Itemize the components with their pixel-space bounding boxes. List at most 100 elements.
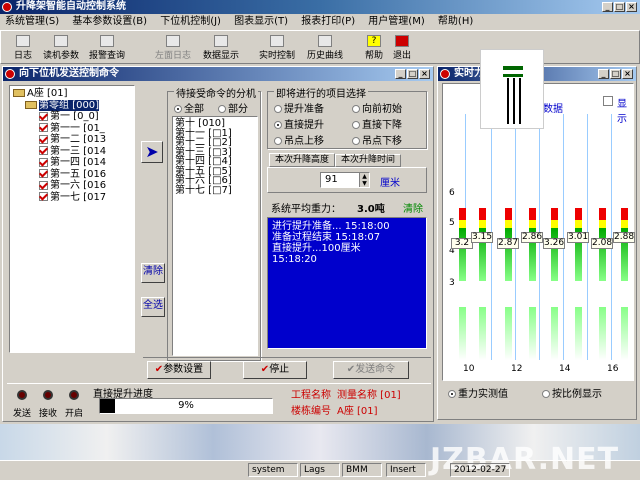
checkbox-icon[interactable] bbox=[39, 111, 48, 121]
y-tick-label: 6 bbox=[449, 188, 455, 198]
radio-icon[interactable] bbox=[218, 105, 226, 113]
tb-exit-button[interactable]: 退出 bbox=[391, 34, 413, 62]
spin-arrows-icon[interactable]: ▲ ▼ bbox=[359, 173, 369, 187]
bar-yellow-mark bbox=[575, 220, 582, 228]
send-command-button[interactable]: ✔发送命令 bbox=[333, 361, 409, 379]
menu-params[interactable]: 基本参数设置(B) bbox=[67, 14, 152, 30]
radio-icon[interactable] bbox=[352, 137, 360, 145]
child-close-icon[interactable]: × bbox=[419, 69, 430, 79]
tb-realtime-button[interactable]: 实时控制 bbox=[255, 34, 299, 62]
checkbox-icon[interactable] bbox=[39, 180, 48, 190]
tb-alarm-button[interactable]: 报警查询 bbox=[85, 34, 129, 62]
pending-units-list[interactable]: 第十 [010] 第十一 [□1] 第十二 [□2] 第十三 [□3] 第十四 … bbox=[172, 116, 258, 356]
log-line: 直接提升...100厘米 bbox=[272, 243, 361, 254]
tb-data-display-button[interactable]: 数据显示 bbox=[199, 34, 243, 62]
menu-users[interactable]: 用户管理(M) bbox=[363, 14, 429, 30]
log-line: 准备过程结束 15:18:07 bbox=[272, 232, 381, 243]
recv-lamp-icon bbox=[43, 390, 53, 400]
radio-measured[interactable]: 重力实测值 bbox=[448, 385, 508, 400]
log-box[interactable]: 进行提升准备... 15:18:00 准备过程结束 15:18:07 直接提升.… bbox=[267, 217, 427, 349]
stop-button[interactable]: ✔停止 bbox=[243, 361, 307, 379]
avg-clear-button[interactable]: 清除 bbox=[403, 200, 423, 215]
radio-init[interactable]: 向前初始 bbox=[352, 100, 402, 115]
bar-value-label: 3.26 bbox=[543, 238, 565, 249]
checkbox-icon[interactable] bbox=[39, 157, 48, 167]
radio-part[interactable]: 部分 bbox=[218, 100, 248, 115]
rt-minimize-icon[interactable]: _ bbox=[598, 69, 609, 79]
app-logo-icon bbox=[2, 2, 12, 12]
clear-button[interactable]: 清除 bbox=[141, 263, 165, 283]
status-insert: Insert bbox=[386, 463, 426, 477]
checkbox-icon[interactable] bbox=[39, 169, 48, 178]
radio-icon[interactable] bbox=[352, 105, 360, 113]
menu-control[interactable]: 下位机控制(J) bbox=[155, 14, 226, 30]
radio-all[interactable]: 全部 bbox=[174, 100, 204, 115]
bar bbox=[621, 228, 628, 360]
rt-close-icon[interactable]: × bbox=[622, 69, 633, 79]
check-icon: ✔ bbox=[260, 364, 270, 375]
tb-history-button[interactable]: 历史曲线 bbox=[303, 34, 347, 62]
checkbox-icon[interactable] bbox=[39, 192, 48, 201]
radio-down[interactable]: 吊点下移 bbox=[352, 132, 402, 147]
bar-top-mark bbox=[529, 208, 536, 220]
tree-item[interactable]: 第一七 [017 bbox=[13, 192, 131, 204]
radio-lift[interactable]: 直接提升 bbox=[274, 116, 324, 131]
close-icon[interactable]: × bbox=[626, 2, 637, 12]
tree-item[interactable]: 第一四 [014 bbox=[13, 157, 131, 169]
tb-left-log-button[interactable]: 左面日志 bbox=[151, 34, 195, 62]
radio-ratio[interactable]: 按比例显示 bbox=[542, 385, 602, 400]
child-minimize-icon[interactable]: _ bbox=[395, 69, 406, 79]
tree-item[interactable]: 第一五 [016 bbox=[13, 169, 131, 181]
tree-item[interactable]: 第一三 [014 bbox=[13, 146, 131, 158]
y-tick-label: 5 bbox=[449, 218, 455, 228]
radio-icon[interactable] bbox=[174, 105, 182, 113]
checkbox-icon[interactable] bbox=[39, 146, 48, 155]
help-icon: ? bbox=[367, 35, 381, 47]
menu-help[interactable]: 帮助(H) bbox=[433, 14, 478, 30]
list-item[interactable]: 第十七 [□7] bbox=[175, 185, 255, 196]
realtime-icon bbox=[270, 35, 284, 47]
radio-icon[interactable] bbox=[274, 105, 282, 113]
send-arrow-button[interactable]: ➤ bbox=[141, 141, 163, 163]
tree-item[interactable]: 第一一 [01_ bbox=[13, 123, 131, 135]
bar bbox=[479, 228, 486, 360]
window-logo-icon bbox=[440, 69, 450, 79]
rt-maximize-icon[interactable]: □ bbox=[610, 69, 621, 79]
unit-tree[interactable]: A座 [01] 第零组 [000] 第一 [0_0] 第一一 [01_ 第一二 … bbox=[9, 85, 135, 353]
param-settings-button[interactable]: ✔参数设置 bbox=[147, 361, 211, 379]
tree-item[interactable]: 第一二 [013 bbox=[13, 134, 131, 146]
check-icon: ✔ bbox=[346, 364, 356, 375]
minimize-icon[interactable]: _ bbox=[602, 2, 613, 12]
status-user: system bbox=[248, 463, 298, 477]
radio-icon[interactable] bbox=[274, 121, 282, 129]
radio-prep[interactable]: 提升准备 bbox=[274, 100, 324, 115]
tree-item[interactable]: 第一 [0_0] bbox=[13, 111, 131, 123]
tb-log-button[interactable]: 日志 bbox=[9, 34, 37, 62]
bar-top-mark bbox=[575, 208, 582, 220]
tab-time[interactable]: 本次升降时间 bbox=[335, 154, 401, 167]
checkbox-icon[interactable] bbox=[39, 134, 48, 144]
checkbox-icon[interactable] bbox=[39, 123, 48, 132]
select-all-button[interactable]: 全选 bbox=[141, 297, 165, 317]
tree-root[interactable]: A座 [01] bbox=[13, 88, 131, 100]
display-checkbox[interactable] bbox=[603, 96, 613, 106]
radio-icon[interactable] bbox=[352, 121, 360, 129]
height-spinbox[interactable]: 91 ▲ ▼ bbox=[320, 172, 370, 188]
radio-icon[interactable] bbox=[448, 390, 456, 398]
menu-reports[interactable]: 报表打印(P) bbox=[296, 14, 360, 30]
folder-icon bbox=[25, 100, 37, 109]
tree-group[interactable]: 第零组 [000] bbox=[13, 99, 131, 112]
radio-up[interactable]: 吊点上移 bbox=[274, 132, 324, 147]
tree-item[interactable]: 第一六 [016 bbox=[13, 180, 131, 192]
tb-help-button[interactable]: ? 帮助 bbox=[363, 34, 385, 62]
radio-icon[interactable] bbox=[542, 390, 550, 398]
radio-icon[interactable] bbox=[274, 137, 282, 145]
tab-height[interactable]: 本次升降高度 bbox=[269, 153, 335, 167]
menu-system[interactable]: 系统管理(S) bbox=[0, 14, 64, 30]
child-maximize-icon[interactable]: □ bbox=[407, 69, 418, 79]
radio-lower[interactable]: 直接下降 bbox=[352, 116, 402, 131]
tb-read-params-button[interactable]: 读机参数 bbox=[39, 34, 83, 62]
menu-charts[interactable]: 图表显示(T) bbox=[229, 14, 293, 30]
tower-value: A座 [01] bbox=[337, 406, 378, 417]
maximize-icon[interactable]: □ bbox=[614, 2, 625, 12]
